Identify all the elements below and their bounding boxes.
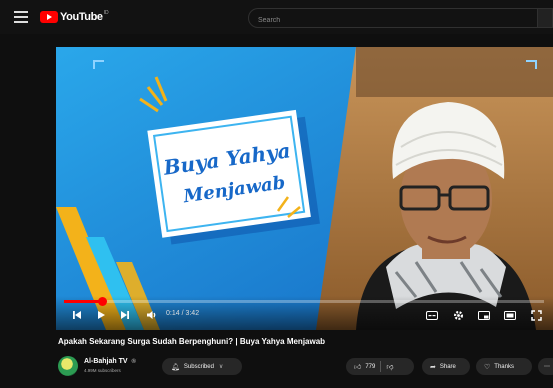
theater-button[interactable]	[502, 307, 518, 323]
fullscreen-button[interactable]	[528, 307, 544, 323]
miniplayer-icon	[478, 310, 490, 320]
youtube-logo[interactable]: YouTube ID	[40, 10, 109, 24]
dislike-icon[interactable]: 👎︎	[386, 362, 393, 371]
search-button[interactable]	[538, 8, 553, 28]
progress-played	[64, 300, 103, 303]
more-icon: ⋯	[544, 364, 550, 370]
next-button[interactable]	[118, 307, 132, 323]
play-button[interactable]	[94, 307, 108, 323]
play-icon	[98, 311, 105, 319]
volume-button[interactable]	[144, 307, 158, 323]
search-box	[248, 8, 538, 30]
like-count[interactable]: 779	[365, 364, 375, 370]
fullscreen-icon	[530, 309, 542, 321]
time-display: 0:14 / 3:42	[166, 310, 200, 317]
video-frame: Buya Yahya Menjawab	[56, 47, 553, 330]
channel-avatar[interactable]	[58, 356, 78, 376]
search-input[interactable]	[249, 11, 537, 30]
captions-icon	[426, 310, 438, 320]
like-dislike-group: 👍︎ 779 👎︎	[346, 358, 414, 375]
subtitles-button[interactable]	[424, 307, 440, 323]
next-icon	[121, 311, 129, 319]
share-icon: ➦	[430, 363, 436, 371]
settings-button[interactable]	[450, 307, 466, 323]
youtube-watch-page: YouTube ID Search Buya Yahya Menjawab 0:…	[0, 0, 553, 388]
bell-icon: 🔔︎	[171, 363, 180, 371]
theater-mode-icon	[504, 310, 516, 320]
share-button[interactable]: ➦ Share	[422, 358, 470, 375]
more-actions-button[interactable]: ⋯	[538, 358, 553, 375]
like-icon[interactable]: 👍︎	[354, 362, 361, 371]
masthead: YouTube ID	[0, 0, 553, 34]
thanks-button[interactable]: ♡ Thanks	[476, 358, 532, 375]
verified-icon: ®	[131, 359, 136, 365]
miniplayer-button[interactable]	[476, 307, 492, 323]
youtube-play-icon	[40, 11, 58, 23]
video-player[interactable]: Buya Yahya Menjawab 0:14 / 3:42	[56, 47, 553, 330]
menu-icon[interactable]	[14, 11, 28, 23]
subscriber-count: 4.99M subscribers	[84, 368, 121, 373]
share-label: Share	[439, 363, 456, 370]
video-title: Apakah Sekarang Surga Sudah Berpenghuni?…	[58, 337, 326, 346]
previous-button[interactable]	[70, 307, 84, 323]
subscribed-label: Subscribed	[183, 363, 214, 370]
volume-icon	[146, 311, 155, 319]
logo-country-code: ID	[103, 10, 109, 16]
thanks-label: Thanks	[494, 363, 514, 370]
channel-name-text: Al-Bahjah TV	[84, 358, 128, 365]
gear-icon	[453, 310, 463, 320]
like-divider	[380, 361, 382, 372]
logo-text: YouTube	[60, 11, 103, 23]
previous-icon	[73, 311, 81, 319]
progress-bar[interactable]	[64, 297, 544, 306]
channel-name[interactable]: Al-Bahjah TV ®	[84, 358, 136, 365]
subscribed-button[interactable]: 🔔︎ Subscribed ∨	[162, 358, 242, 375]
chevron-down-icon: ∨	[218, 364, 224, 370]
thanks-icon: ♡	[484, 363, 491, 371]
